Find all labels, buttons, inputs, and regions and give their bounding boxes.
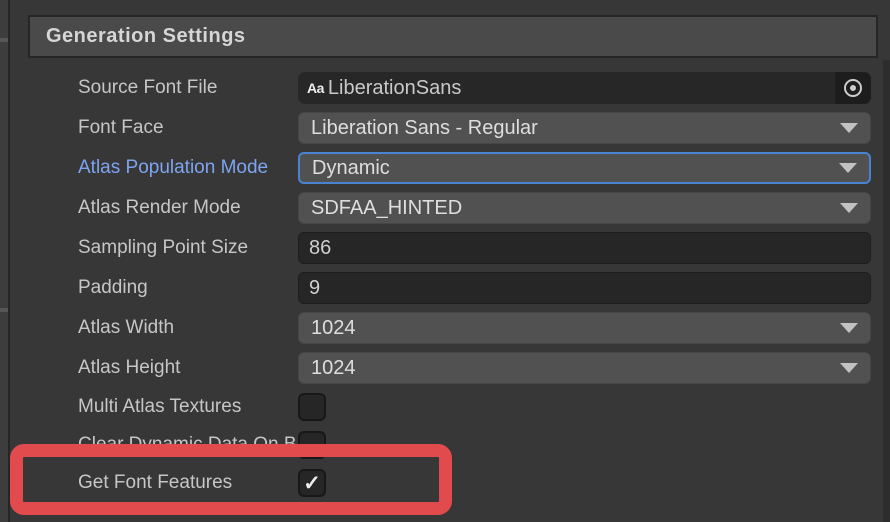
atlas-width-dropdown[interactable]: 1024 xyxy=(298,312,871,344)
generation-settings-header[interactable]: Generation Settings xyxy=(28,15,878,58)
row-clear-dynamic-data: Clear Dynamic Data On B ✓ xyxy=(10,426,882,464)
clear-dynamic-data-checkbox[interactable]: ✓ xyxy=(298,431,326,459)
atlas-height-value: 1024 xyxy=(311,357,840,380)
row-atlas-width: Atlas Width 1024 xyxy=(10,308,882,348)
panel-right-edge xyxy=(883,60,890,522)
chevron-down-icon xyxy=(839,163,857,173)
source-font-file-field[interactable]: Aa LiberationSans xyxy=(298,72,871,104)
gutter-tick xyxy=(0,308,8,312)
field-label: Clear Dynamic Data On B xyxy=(10,434,298,456)
field-label: Atlas Width xyxy=(10,317,298,339)
row-get-font-features: Get Font Features ✓ xyxy=(10,464,882,502)
row-atlas-population-mode: Atlas Population Mode Dynamic xyxy=(10,148,882,188)
row-atlas-render-mode: Atlas Render Mode SDFAA_HINTED xyxy=(10,188,882,228)
chevron-down-icon xyxy=(840,203,858,213)
field-label: Source Font File xyxy=(10,77,298,99)
chevron-down-icon xyxy=(840,323,858,333)
row-padding: Padding xyxy=(10,268,882,308)
object-picker-icon xyxy=(844,79,862,97)
chevron-down-icon xyxy=(840,363,858,373)
atlas-width-value: 1024 xyxy=(311,317,840,340)
settings-rows: Source Font File Aa LiberationSans Font … xyxy=(10,68,882,502)
get-font-features-checkbox[interactable]: ✓ xyxy=(298,469,326,497)
font-face-dropdown[interactable]: Liberation Sans - Regular xyxy=(298,112,871,144)
chevron-down-icon xyxy=(840,123,858,133)
padding-input[interactable] xyxy=(298,272,871,304)
row-font-face: Font Face Liberation Sans - Regular xyxy=(10,108,882,148)
field-label: Atlas Render Mode xyxy=(10,197,298,219)
row-source-font-file: Source Font File Aa LiberationSans xyxy=(10,68,882,108)
font-face-value: Liberation Sans - Regular xyxy=(311,117,840,140)
field-label: Multi Atlas Textures xyxy=(10,396,298,418)
field-label: Sampling Point Size xyxy=(10,237,298,259)
multi-atlas-textures-checkbox[interactable]: ✓ xyxy=(298,393,326,421)
atlas-render-mode-dropdown[interactable]: SDFAA_HINTED xyxy=(298,192,871,224)
font-asset-icon: Aa xyxy=(298,80,328,96)
row-atlas-height: Atlas Height 1024 xyxy=(10,348,882,388)
atlas-population-mode-value: Dynamic xyxy=(312,157,839,180)
atlas-population-mode-dropdown[interactable]: Dynamic xyxy=(298,152,871,184)
field-label: Font Face xyxy=(10,117,298,139)
field-label: Atlas Population Mode xyxy=(10,157,298,179)
sampling-point-size-input[interactable] xyxy=(298,232,871,264)
atlas-height-dropdown[interactable]: 1024 xyxy=(298,352,871,384)
field-label: Atlas Height xyxy=(10,357,298,379)
source-font-file-value: LiberationSans xyxy=(328,77,835,100)
panel-left-gutter xyxy=(0,0,8,522)
field-label: Padding xyxy=(10,277,298,299)
atlas-render-mode-value: SDFAA_HINTED xyxy=(311,197,840,220)
row-multi-atlas-textures: Multi Atlas Textures ✓ xyxy=(10,388,882,426)
object-picker-button[interactable] xyxy=(835,72,871,104)
section-title: Generation Settings xyxy=(46,25,246,48)
row-sampling-point-size: Sampling Point Size xyxy=(10,228,882,268)
field-label: Get Font Features xyxy=(10,472,298,494)
gutter-tick xyxy=(0,38,8,42)
check-icon: ✓ xyxy=(303,473,321,494)
